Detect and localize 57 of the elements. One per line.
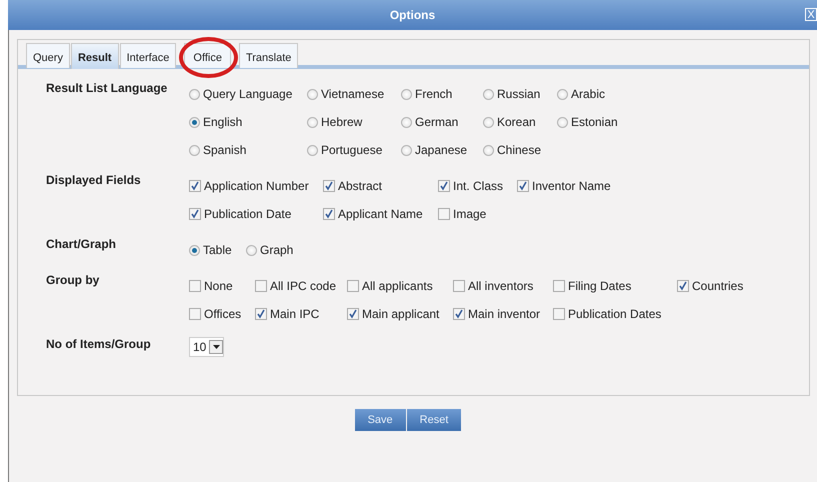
checkbox-option[interactable]: Countries bbox=[677, 277, 744, 295]
check-icon bbox=[324, 181, 334, 191]
checkbox-option[interactable]: Int. Class bbox=[438, 177, 517, 195]
radio-option[interactable]: Graph bbox=[246, 241, 294, 259]
check-icon bbox=[190, 209, 200, 219]
checkbox-option[interactable]: Abstract bbox=[323, 177, 438, 195]
check-icon bbox=[256, 309, 266, 319]
radio-option[interactable]: Estonian bbox=[557, 113, 618, 131]
section-label: Chart/Graph bbox=[46, 236, 118, 253]
radio-option[interactable]: Portuguese bbox=[307, 141, 401, 159]
section-label: Group by bbox=[46, 272, 100, 289]
check-icon bbox=[678, 281, 688, 291]
radio-option[interactable]: Korean bbox=[483, 113, 557, 131]
radio-option[interactable]: Query Language bbox=[189, 85, 307, 103]
checkbox-option[interactable]: Application Number bbox=[189, 177, 323, 195]
radio-option[interactable]: Spanish bbox=[189, 141, 307, 159]
checkbox-option[interactable]: None bbox=[189, 277, 255, 295]
checkbox-option[interactable]: All inventors bbox=[453, 277, 553, 295]
radio-option[interactable]: Japanese bbox=[401, 141, 483, 159]
section-label: Result List Language bbox=[46, 80, 168, 97]
checkbox-option[interactable]: All applicants bbox=[347, 277, 453, 295]
checkbox-option[interactable]: Publication Date bbox=[189, 205, 323, 223]
section-label: No of Items/Group bbox=[46, 336, 152, 353]
radio-option[interactable]: Russian bbox=[483, 85, 557, 103]
caret-icon bbox=[212, 345, 220, 349]
radio-option[interactable]: Table bbox=[189, 241, 246, 259]
check-icon bbox=[324, 209, 334, 219]
section-label: Displayed Fields bbox=[46, 172, 142, 189]
checkbox-option[interactable]: Main IPC bbox=[255, 305, 347, 323]
radio-option[interactable]: Chinese bbox=[483, 141, 557, 159]
checkbox-option[interactable]: Inventor Name bbox=[517, 177, 611, 195]
checkbox-option[interactable]: Offices bbox=[189, 305, 255, 323]
checkbox-option[interactable]: Main applicant bbox=[347, 305, 453, 323]
radio-option[interactable]: French bbox=[401, 85, 483, 103]
check-icon bbox=[348, 309, 358, 319]
checkbox-option[interactable]: Applicant Name bbox=[323, 205, 438, 223]
window-title: Options bbox=[390, 7, 436, 24]
checkbox-option[interactable]: Filing Dates bbox=[553, 277, 677, 295]
checkbox-option[interactable]: Main inventor bbox=[453, 305, 553, 323]
checkbox-option[interactable]: Image bbox=[438, 205, 517, 223]
check-icon bbox=[518, 181, 528, 191]
tab[interactable]: Office bbox=[184, 43, 231, 68]
radio-option[interactable]: German bbox=[401, 113, 483, 131]
checkbox-option[interactable]: Publication Dates bbox=[553, 305, 677, 323]
tab[interactable]: Interface bbox=[120, 43, 176, 68]
items-per-group-select[interactable]: 10 bbox=[189, 337, 224, 357]
tab[interactable]: Query bbox=[26, 43, 70, 68]
tab[interactable]: Result bbox=[70, 43, 119, 69]
radio-option[interactable]: Vietnamese bbox=[307, 85, 401, 103]
radio-option[interactable]: Hebrew bbox=[307, 113, 401, 131]
check-icon bbox=[454, 309, 464, 319]
check-icon bbox=[190, 181, 200, 191]
check-icon bbox=[439, 181, 449, 191]
tab[interactable]: Translate bbox=[238, 43, 298, 68]
checkbox-option[interactable]: All IPC code bbox=[255, 277, 347, 295]
radio-option[interactable]: English bbox=[189, 113, 307, 131]
radio-option[interactable]: Arabic bbox=[557, 85, 618, 103]
